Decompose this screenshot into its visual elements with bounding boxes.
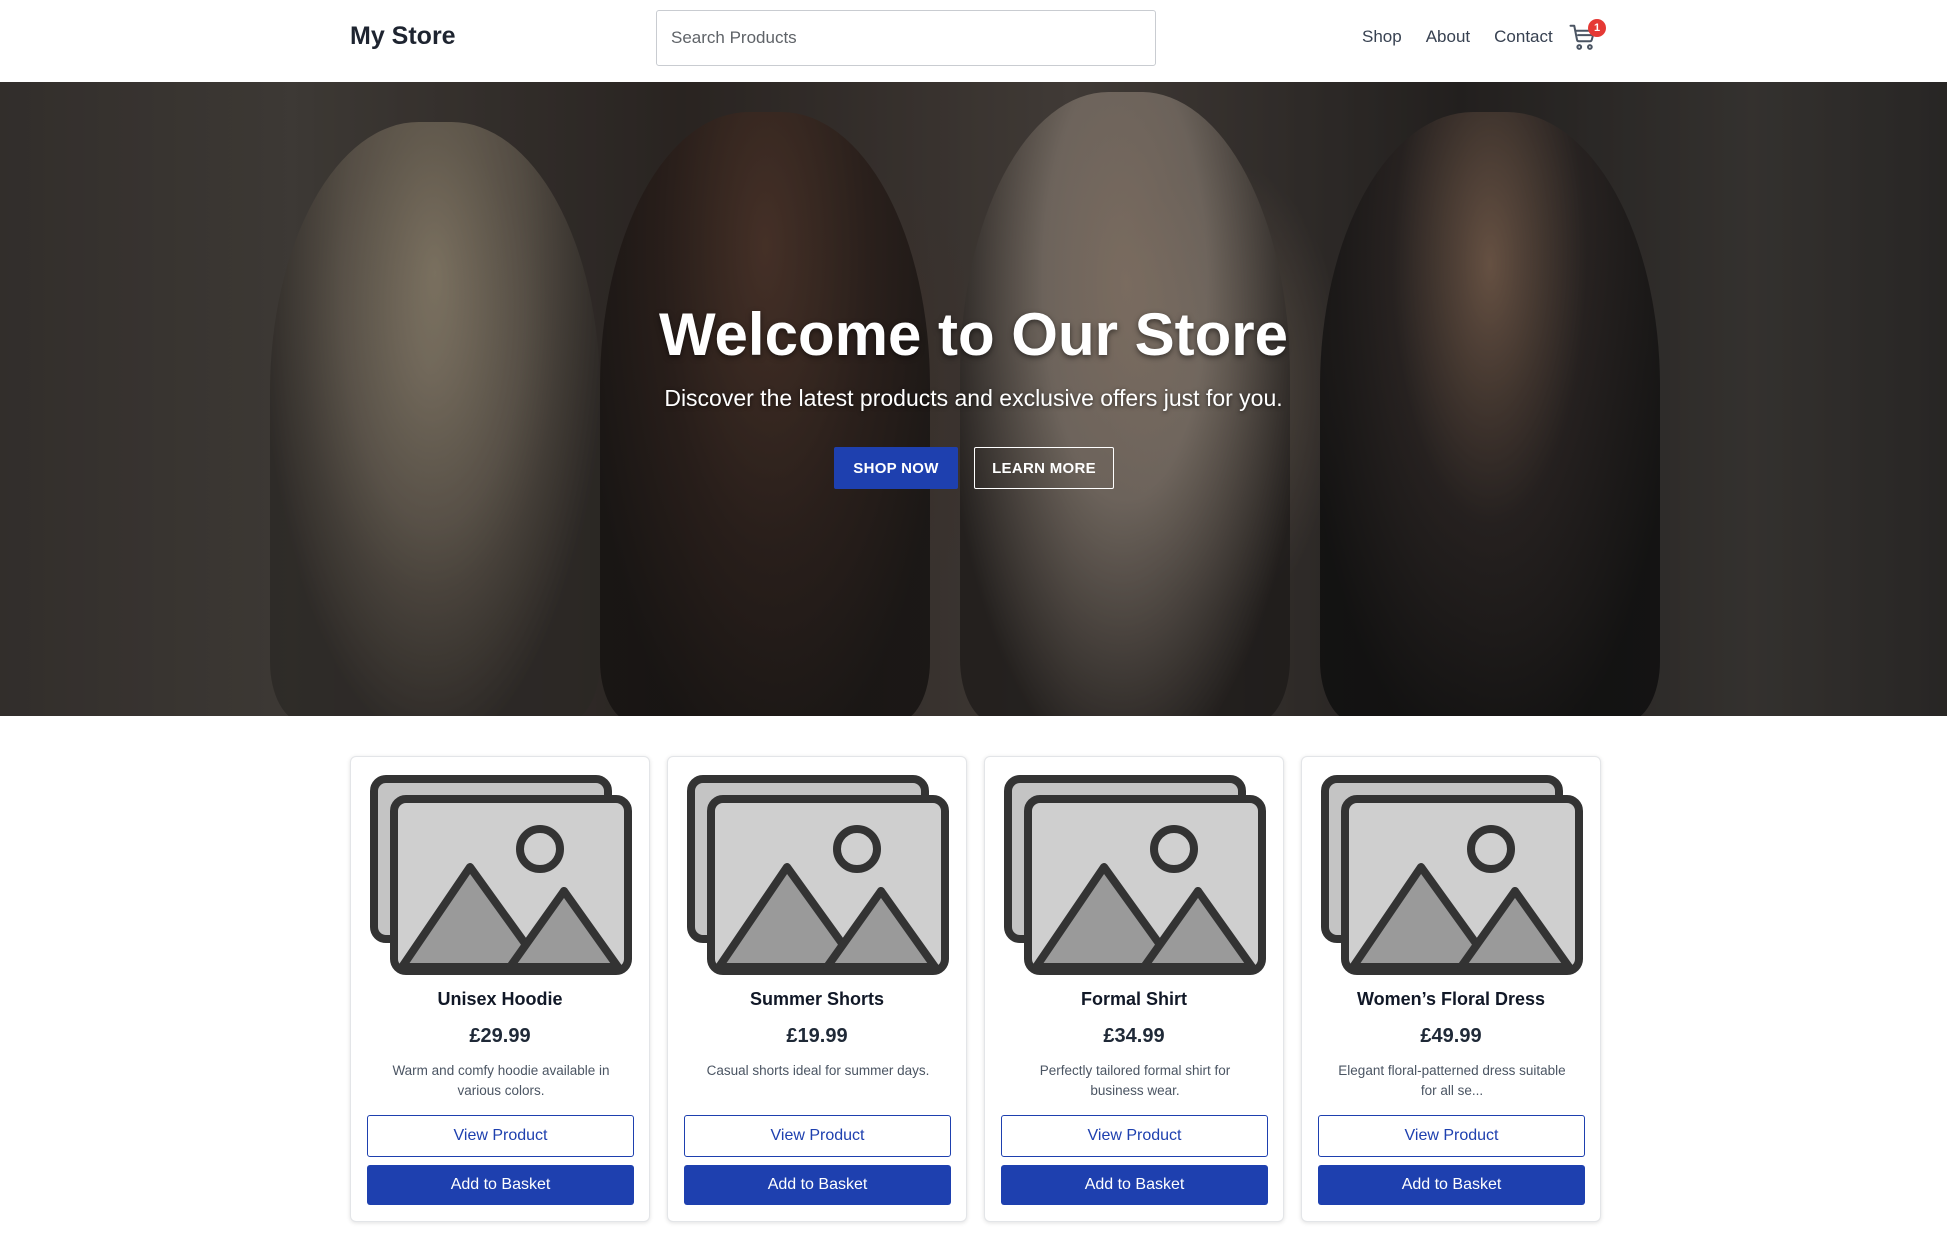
learn-more-button[interactable]: LEARN MORE: [974, 447, 1114, 489]
nav-link-about[interactable]: About: [1426, 27, 1470, 47]
product-description: Perfectly tailored formal shirt for busi…: [1039, 1063, 1231, 1098]
image-placeholder-icon[interactable]: [687, 775, 949, 975]
view-product-button[interactable]: View Product: [1318, 1115, 1585, 1157]
product-price: £29.99: [469, 1025, 531, 1047]
product-name[interactable]: Formal Shirt: [985, 989, 1283, 1010]
image-placeholder-icon[interactable]: [1321, 775, 1583, 975]
view-product-button[interactable]: View Product: [1001, 1115, 1268, 1157]
product-price: £19.99: [786, 1025, 848, 1047]
product-card: Women’s Floral Dress £49.99 Elegant flor…: [1301, 756, 1601, 1222]
image-placeholder-icon[interactable]: [370, 775, 632, 975]
image-placeholder-icon[interactable]: [1004, 775, 1266, 975]
product-card: Unisex Hoodie £29.99 Warm and comfy hood…: [350, 756, 650, 1222]
cart-count-badge: 1: [1588, 19, 1606, 37]
product-description: Warm and comfy hoodie available in vario…: [392, 1063, 610, 1098]
hero-banner: Welcome to Our Store Discover the latest…: [0, 82, 1947, 716]
product-description: Elegant floral-patterned dress suitable …: [1338, 1063, 1566, 1098]
add-to-basket-button[interactable]: Add to Basket: [684, 1165, 951, 1205]
hero-title: Welcome to Our Store: [658, 301, 1288, 368]
cart-button[interactable]: 1: [1568, 19, 1606, 54]
main-nav: Shop About Contact: [1362, 27, 1553, 47]
product-price: £49.99: [1420, 1025, 1482, 1047]
hero-subtitle: Discover the latest products and exclusi…: [664, 385, 1283, 411]
product-price: £34.99: [1103, 1025, 1165, 1047]
product-description: Casual shorts ideal for summer days.: [706, 1063, 930, 1078]
site-header: My Store Shop About Contact 1: [0, 0, 1947, 82]
nav-link-contact[interactable]: Contact: [1494, 27, 1553, 47]
view-product-button[interactable]: View Product: [684, 1115, 951, 1157]
nav-link-shop[interactable]: Shop: [1362, 27, 1402, 47]
product-grid: Unisex Hoodie £29.99 Warm and comfy hood…: [350, 756, 1601, 1222]
add-to-basket-button[interactable]: Add to Basket: [1001, 1165, 1268, 1205]
product-name[interactable]: Summer Shorts: [668, 989, 966, 1010]
product-name[interactable]: Unisex Hoodie: [351, 989, 649, 1010]
add-to-basket-button[interactable]: Add to Basket: [367, 1165, 634, 1205]
shop-now-button[interactable]: SHOP NOW: [834, 447, 958, 489]
search-input[interactable]: [656, 10, 1156, 66]
product-card: Summer Shorts £19.99 Casual shorts ideal…: [667, 756, 967, 1222]
product-card: Formal Shirt £34.99 Perfectly tailored f…: [984, 756, 1284, 1222]
view-product-button[interactable]: View Product: [367, 1115, 634, 1157]
product-name[interactable]: Women’s Floral Dress: [1302, 989, 1600, 1010]
add-to-basket-button[interactable]: Add to Basket: [1318, 1165, 1585, 1205]
store-logo[interactable]: My Store: [350, 22, 456, 51]
